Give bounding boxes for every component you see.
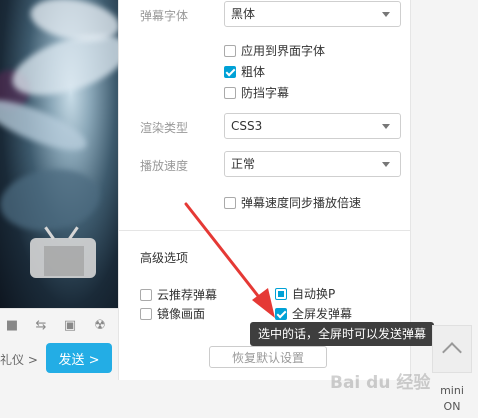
chevron-down-icon — [382, 12, 390, 17]
mirror-screen-checkbox[interactable]: 镜像画面 — [140, 305, 205, 322]
checkbox-checked-icon — [224, 65, 236, 78]
checkbox-icon — [140, 307, 152, 320]
loop-icon[interactable]: ⇆ — [33, 318, 49, 333]
checkbox-icon — [224, 196, 236, 209]
on-label: ON — [443, 400, 461, 413]
baidu-watermark: Bai du 经验 — [330, 373, 431, 393]
bold-label: 粗体 — [241, 65, 266, 79]
player-toolbar: ■ ⇆ ▣ ☢ — [0, 308, 118, 340]
video-player[interactable] — [0, 0, 118, 308]
auto-switch-p-label: 自动换P — [292, 287, 336, 301]
send-bar: 礼仪 > 发送 > — [0, 340, 118, 380]
mirror-screen-label: 镜像画面 — [157, 307, 206, 321]
bilibili-tv-icon — [20, 226, 106, 278]
mini-player-toggle[interactable]: mini ON — [432, 383, 472, 415]
apply-ui-font-label: 应用到界面字体 — [241, 44, 326, 58]
fullscreen-danmaku-label: 全屏发弹幕 — [292, 307, 353, 321]
speed-sync-checkbox[interactable]: 弹幕速度同步播放倍速 — [224, 194, 361, 211]
bold-checkbox[interactable]: 粗体 — [224, 63, 265, 80]
chevron-up-icon — [442, 342, 462, 362]
tv-icon[interactable]: ▣ — [62, 318, 78, 333]
cloud-recommend-label: 云推荐弹幕 — [157, 288, 218, 302]
back-to-top-button[interactable] — [432, 325, 472, 373]
play-speed-select[interactable]: 正常 — [224, 151, 401, 177]
fullscreen-danmaku-tooltip: 选中的话，全屏时可以发送弹幕 — [250, 322, 435, 346]
fullscreen-danmaku-checkbox[interactable]: 全屏发弹幕 — [275, 305, 352, 322]
apply-ui-font-checkbox[interactable]: 应用到界面字体 — [224, 42, 325, 59]
render-type-select[interactable]: CSS3 — [224, 113, 401, 139]
prevent-subtitle-block-checkbox[interactable]: 防挡字幕 — [224, 84, 289, 101]
section-divider — [119, 230, 410, 231]
auto-switch-p-checkbox[interactable]: 自动换P — [275, 285, 335, 302]
render-type-label: 渲染类型 — [140, 121, 189, 135]
danmaku-font-select[interactable]: 黑体 — [224, 1, 401, 27]
send-button[interactable]: 发送 > — [46, 343, 112, 373]
play-speed-value: 正常 — [231, 157, 256, 171]
etiquette-link[interactable]: 礼仪 > — [0, 351, 38, 368]
mini-label: mini — [440, 384, 464, 397]
speed-sync-label: 弹幕速度同步播放倍速 — [241, 196, 362, 210]
cloud-recommend-checkbox[interactable]: 云推荐弹幕 — [140, 286, 217, 303]
checkbox-icon — [140, 288, 152, 301]
radiation-icon[interactable]: ☢ — [92, 318, 108, 333]
checkbox-icon — [224, 44, 236, 57]
render-type-value: CSS3 — [231, 119, 263, 133]
danmaku-font-label: 弹幕字体 — [140, 9, 189, 23]
checkbox-checked-icon — [275, 307, 287, 320]
play-speed-label: 播放速度 — [140, 159, 189, 173]
chevron-down-icon — [382, 162, 390, 167]
prevent-subtitle-block-label: 防挡字幕 — [241, 86, 290, 100]
danmaku-font-value: 黑体 — [231, 7, 256, 21]
reset-defaults-button[interactable]: 恢复默认设置 — [209, 346, 327, 368]
comment-icon[interactable]: ■ — [4, 318, 20, 333]
chevron-down-icon — [382, 124, 390, 129]
advanced-options-title: 高级选项 — [140, 251, 189, 265]
checkbox-checked-icon — [275, 287, 287, 300]
checkbox-icon — [224, 86, 236, 99]
